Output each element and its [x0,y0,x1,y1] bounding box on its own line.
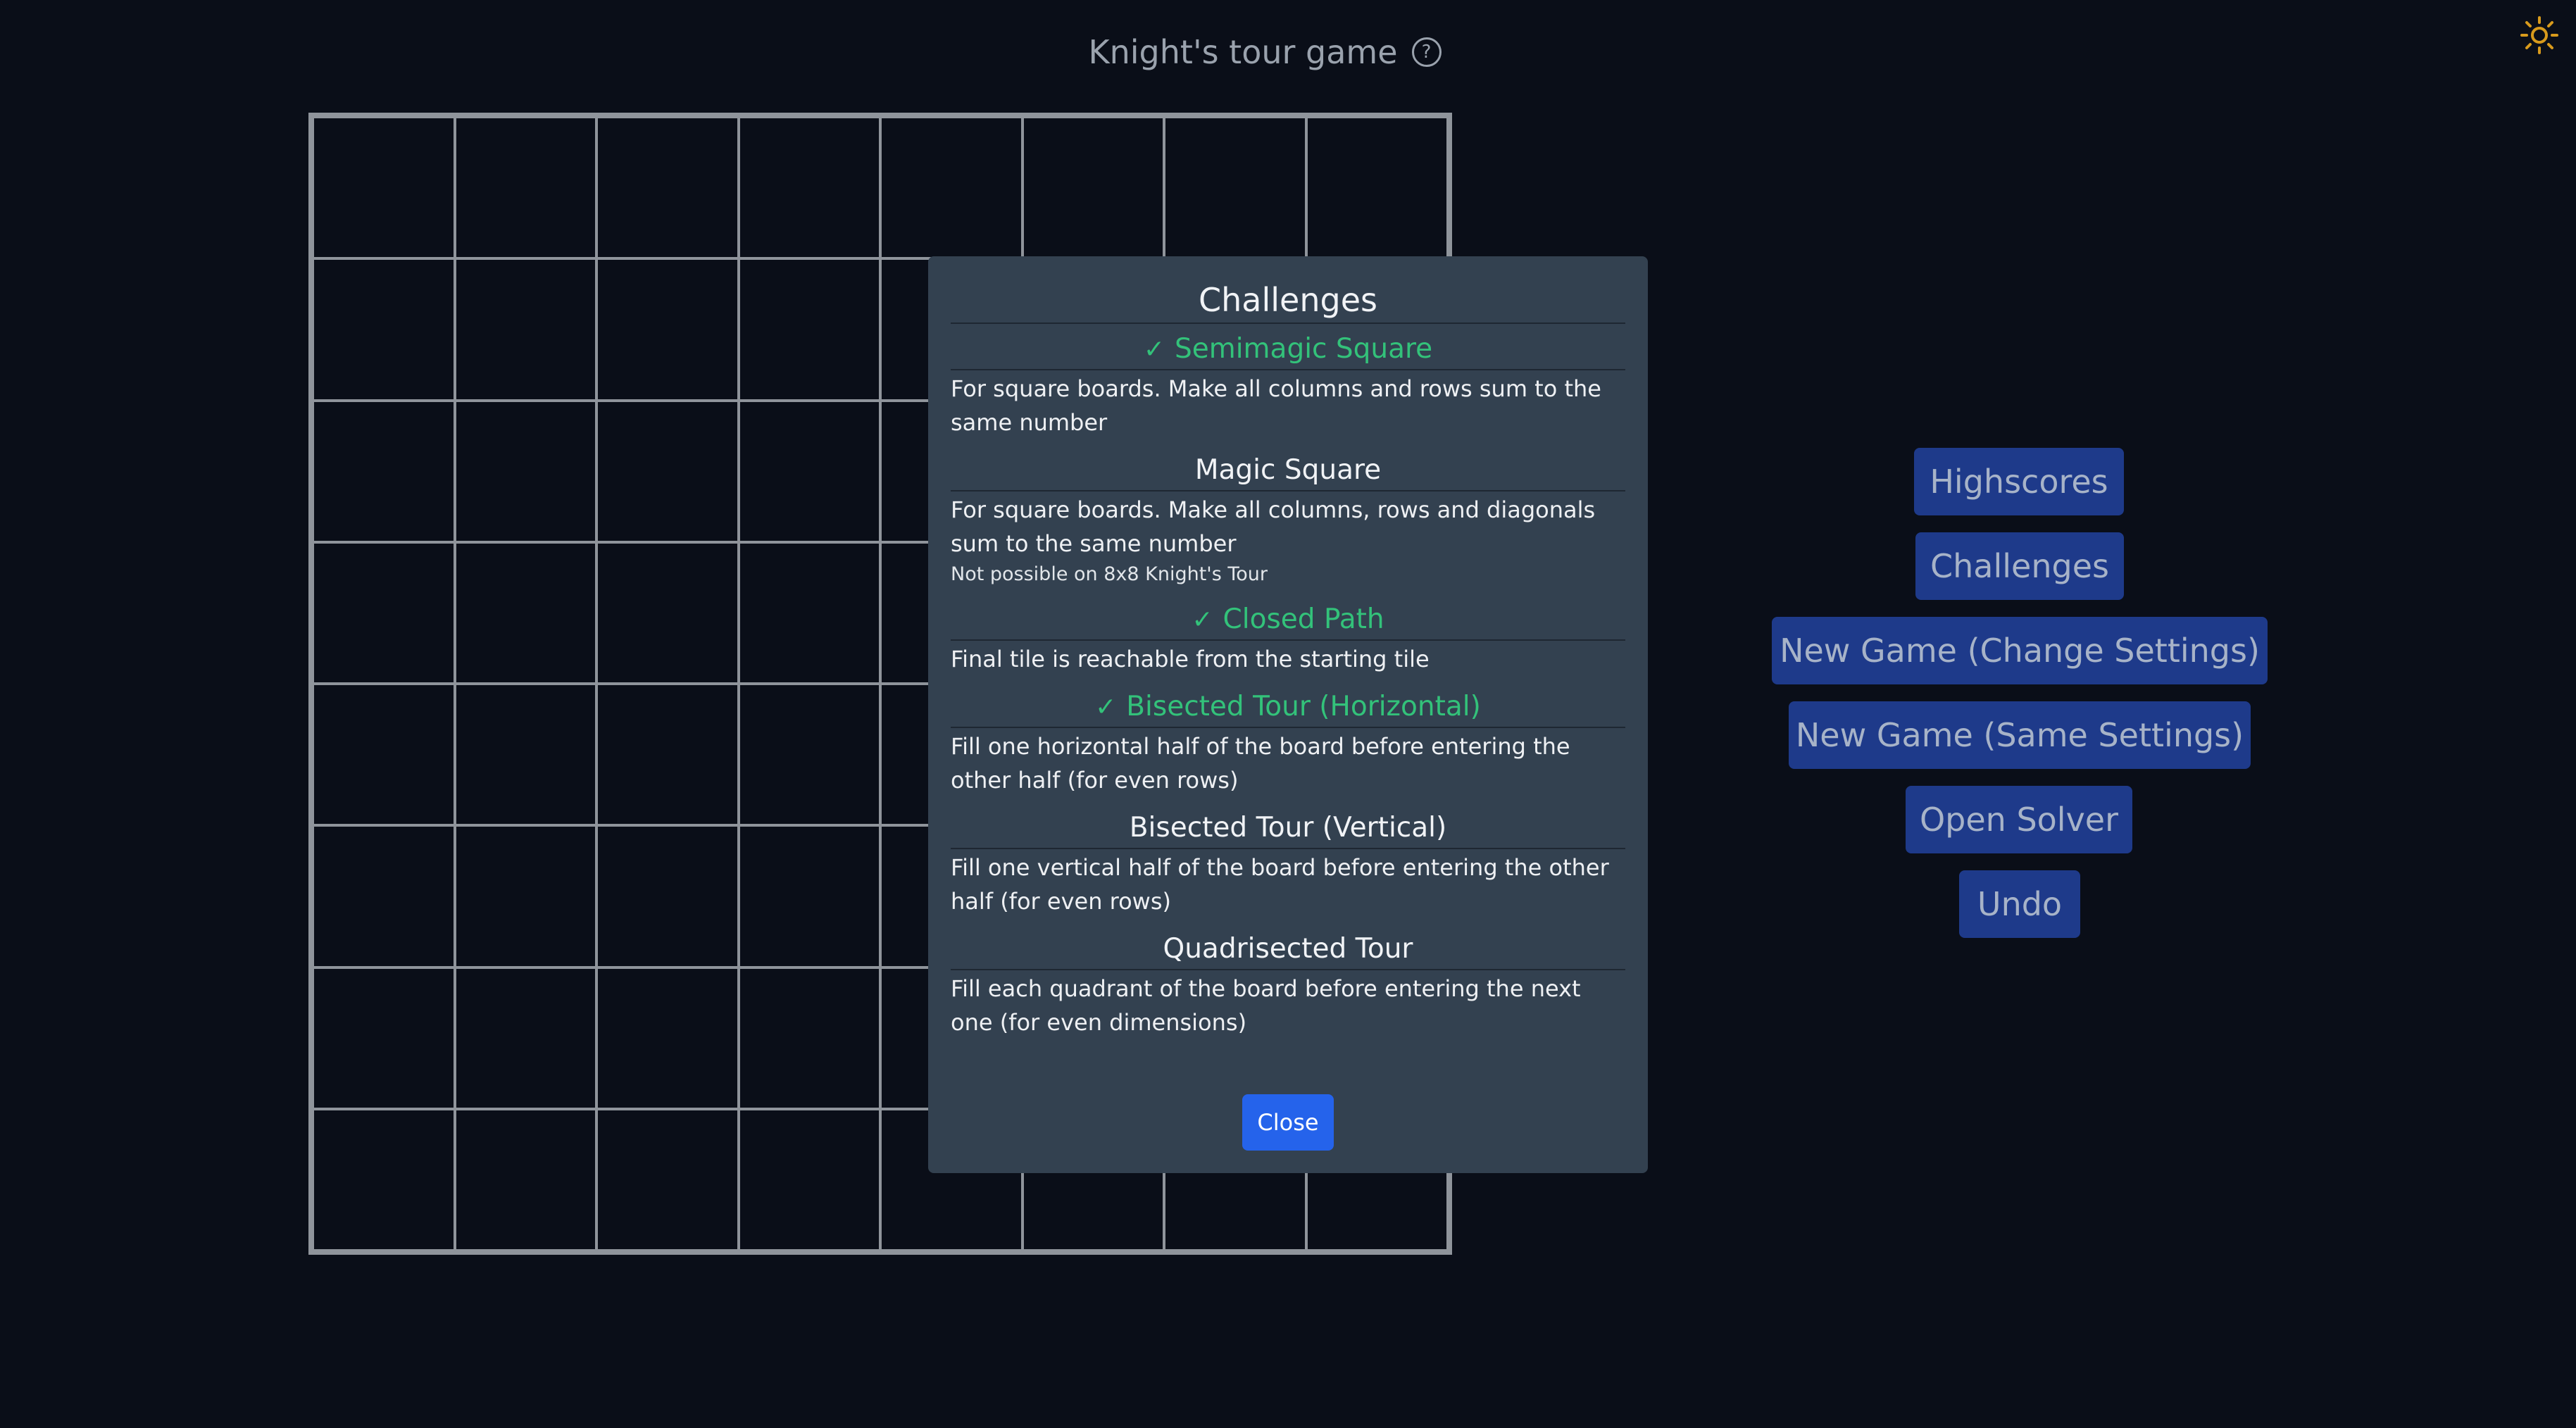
board-cell[interactable] [313,541,455,684]
challenges-modal: Challenges ✓ Semimagic Square For square b… [928,256,1648,1173]
challenges-button[interactable]: Challenges [1915,532,2124,600]
challenge-name-text: Closed Path [1223,603,1384,635]
challenge-description: Final tile is reachable from the startin… [951,646,1430,672]
challenge-name-text: Bisected Tour (Vertical) [1129,812,1447,844]
challenge-name-text: Quadrisected Tour [1163,933,1413,965]
board-cell[interactable] [596,541,739,684]
challenge-item: ✓ Bisected Tour (Horizontal) Fill one hori… [951,687,1625,797]
board-cell[interactable] [596,684,739,826]
challenge-name: Quadrisected Tour [951,929,1625,970]
board-cell[interactable] [738,117,880,259]
board-cell[interactable] [738,825,880,967]
challenge-name-text: Semimagic Square [1174,333,1433,365]
challenge-item: Magic Square For square boards. Make all … [951,451,1625,589]
board-cell[interactable] [738,541,880,684]
board-cell[interactable] [596,825,739,967]
board-cell[interactable] [596,258,739,401]
board-cell[interactable] [738,400,880,542]
challenge-description: Fill each quadrant of the board before e… [951,975,1581,1036]
challenge-name: ✓ Semimagic Square [951,330,1625,370]
board-cell[interactable] [454,400,596,542]
board-cell[interactable] [313,825,455,967]
board-cell[interactable] [880,117,1023,259]
board-cell[interactable] [313,400,455,542]
question-circle-icon[interactable]: ? [1411,37,1442,67]
board-cell[interactable] [454,541,596,684]
board-cell[interactable] [454,684,596,826]
modal-title: Challenges [951,277,1625,324]
board-cell[interactable] [596,400,739,542]
checkmark-icon: ✓ [1095,693,1117,722]
challenge-description: For square boards. Make all columns and … [951,375,1601,436]
board-cell[interactable] [1306,117,1448,259]
board-cell[interactable] [313,117,455,259]
challenge-name-text: Bisected Tour (Horizontal) [1126,691,1481,722]
board-cell[interactable] [738,1108,880,1251]
challenge-description: Fill one vertical half of the board befo… [951,854,1609,915]
challenge-item: Bisected Tour (Vertical) Fill one vertica… [951,808,1625,918]
challenge-item: ✓ Semimagic Square For square boards. Make… [951,330,1625,439]
board-cell[interactable] [1022,117,1164,259]
board-cell[interactable] [454,258,596,401]
undo-button[interactable]: Undo [1959,870,2080,938]
challenge-note: Not possible on 8x8 Knight's Tour [951,563,1268,585]
new-game-same-settings-button[interactable]: New Game (Same Settings) [1789,701,2251,769]
board-cell[interactable] [596,967,739,1109]
challenge-description: Fill one horizontal half of the board be… [951,733,1570,794]
board-cell[interactable] [454,1108,596,1251]
board-cell[interactable] [454,117,596,259]
sun-icon[interactable] [2520,15,2559,55]
checkmark-icon: ✓ [1192,606,1213,634]
challenge-item: ✓ Closed Path Final tile is reachable from… [951,600,1625,676]
challenge-list: ✓ Semimagic Square For square boards. Make… [951,330,1625,1039]
board-cell[interactable] [313,258,455,401]
board-cell[interactable] [738,967,880,1109]
challenge-name: ✓ Bisected Tour (Horizontal) [951,687,1625,728]
challenge-name: Bisected Tour (Vertical) [951,808,1625,849]
challenge-description: For square boards. Make all columns, row… [951,496,1596,557]
board-cell[interactable] [596,117,739,259]
page-title: Knight's tour game [1088,33,1398,71]
challenge-item: Quadrisected Tour Fill each quadrant of t… [951,929,1625,1039]
board-cell[interactable] [454,967,596,1109]
board-cell[interactable] [596,1108,739,1251]
checkmark-icon: ✓ [1143,335,1165,364]
open-solver-button[interactable]: Open Solver [1906,786,2132,853]
board-cell[interactable] [313,684,455,826]
board-cell[interactable] [738,258,880,401]
close-button[interactable]: Close [1242,1094,1334,1151]
board-cell[interactable] [738,684,880,826]
highscores-button[interactable]: Highscores [1914,448,2124,515]
page-title-bar: Knight's tour game ? [0,27,2530,77]
board-cell[interactable] [454,825,596,967]
board-cell[interactable] [313,967,455,1109]
challenge-name: ✓ Closed Path [951,600,1625,641]
board-cell[interactable] [1164,117,1306,259]
new-game-change-settings-button[interactable]: New Game (Change Settings) [1772,617,2268,684]
challenge-name: Magic Square [951,451,1625,491]
board-cell[interactable] [313,1108,455,1251]
challenge-name-text: Magic Square [1194,454,1382,486]
